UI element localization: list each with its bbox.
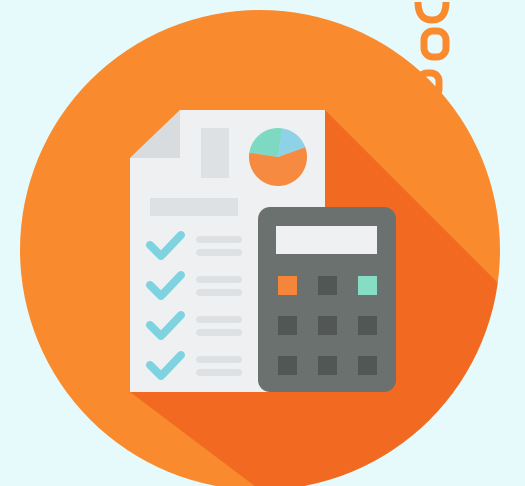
accounting-illustration — [20, 1, 500, 486]
checklist-line — [196, 316, 242, 323]
checklist-line — [196, 276, 242, 283]
calculator-key — [318, 316, 337, 335]
calculator-key — [278, 316, 297, 335]
calculator-screen — [276, 226, 377, 254]
calculator-key — [278, 276, 297, 295]
calculator-key — [358, 356, 377, 375]
calculator-key — [358, 276, 377, 295]
document-title-bar — [150, 198, 238, 216]
checklist-line — [196, 289, 242, 296]
calculator-key — [358, 316, 377, 335]
calculator-key — [318, 356, 337, 375]
document-header-block — [201, 128, 229, 178]
calculator-keypad — [278, 276, 377, 375]
decor-ring-middle — [420, 27, 450, 61]
checklist-line — [196, 356, 242, 363]
decor-ring-top — [414, 1, 450, 24]
pie-chart — [249, 128, 308, 186]
checklist-line — [196, 249, 242, 256]
calculator — [258, 207, 396, 392]
calculator-key — [318, 276, 337, 295]
checklist-line — [196, 369, 242, 376]
illustration-canvas — [0, 0, 525, 486]
checklist-line — [196, 236, 242, 243]
calculator-key — [278, 356, 297, 375]
checklist-line — [196, 329, 242, 336]
